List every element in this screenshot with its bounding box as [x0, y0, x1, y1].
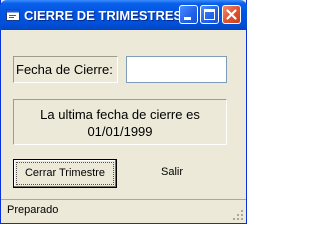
close-button[interactable] [222, 5, 241, 24]
status-bar: Preparado [1, 199, 246, 223]
resize-grip-icon[interactable] [232, 209, 244, 221]
fecha-cierre-label: Fecha de Cierre: [13, 56, 118, 83]
status-text: Preparado [7, 204, 59, 216]
last-close-message: La ultima fecha de cierre es [40, 107, 200, 122]
minimize-icon [184, 17, 191, 20]
title-bar[interactable]: CIERRE DE TRIMESTRES [0, 0, 247, 30]
salir-button[interactable]: Salir [118, 159, 226, 188]
window-title: CIERRE DE TRIMESTRES [24, 8, 183, 23]
maximize-button[interactable] [200, 5, 219, 24]
last-close-date: 01/01/1999 [87, 124, 153, 139]
fecha-cierre-input[interactable] [126, 56, 227, 83]
last-close-info: La ultima fecha de cierre es 01/01/1999 [13, 99, 227, 145]
minimize-button[interactable] [179, 5, 198, 24]
close-icon [226, 9, 237, 20]
cerrar-trimestre-button[interactable]: Cerrar Trimestre [13, 159, 117, 188]
app-form-icon [6, 9, 20, 21]
maximize-icon [204, 9, 215, 20]
main-window: CIERRE DE TRIMESTRES Fecha de Cierre: La… [0, 0, 247, 224]
